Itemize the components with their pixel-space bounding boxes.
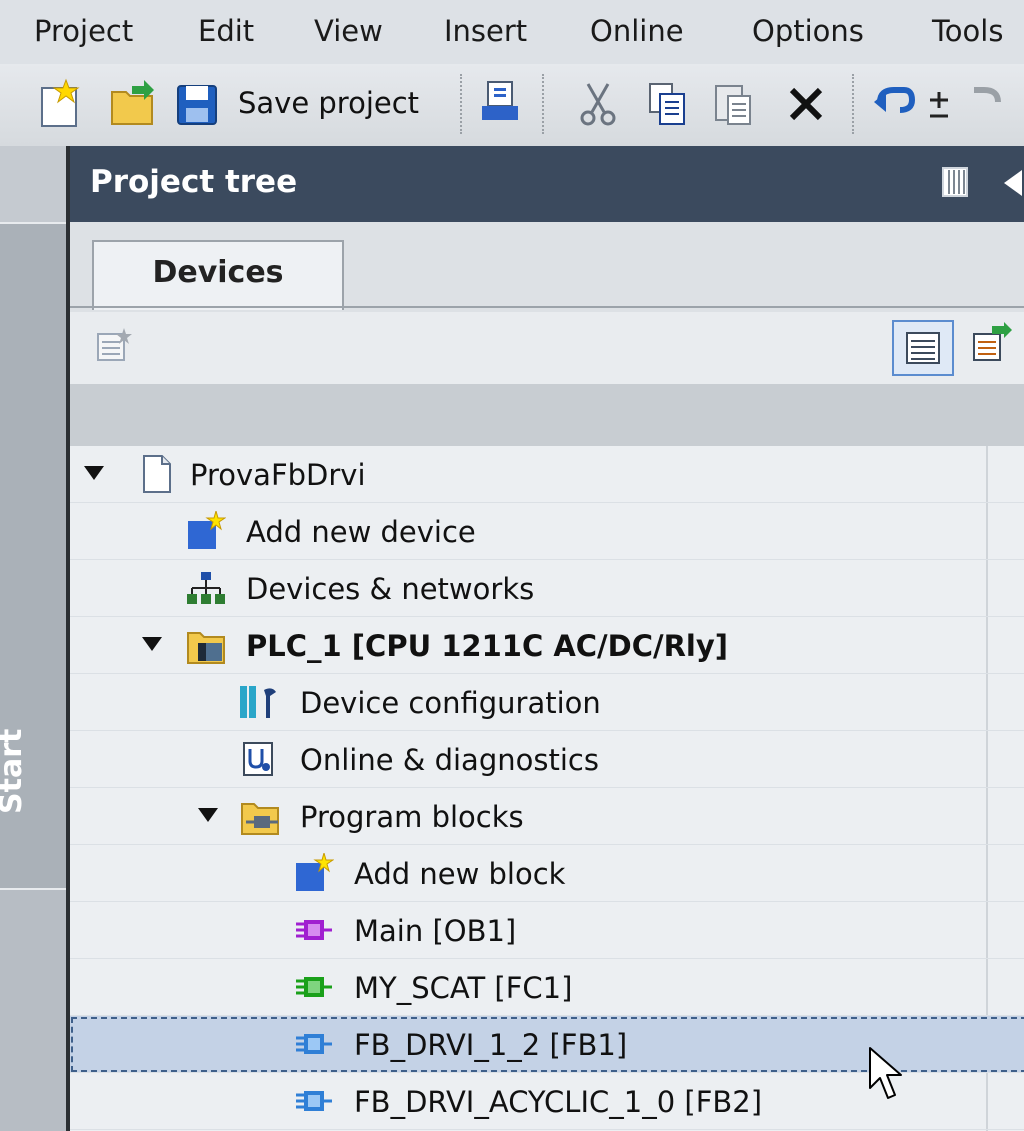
paste-icon[interactable]	[710, 78, 758, 130]
menu-tools[interactable]: Tools	[932, 14, 1003, 48]
column-header-bar	[70, 384, 1024, 446]
tree-row-add-block[interactable]: Add new block	[70, 845, 1024, 902]
delete-icon[interactable]	[782, 78, 830, 130]
save-icon[interactable]	[174, 78, 222, 130]
program-blocks-folder-icon	[241, 803, 279, 835]
save-project-button[interactable]: Save project	[238, 86, 419, 120]
toolbar-separator	[852, 74, 854, 134]
tree-row-online-diagnostics[interactable]: Online & diagnostics	[70, 731, 1024, 788]
menu-view[interactable]: View	[314, 14, 383, 48]
panel-title: Project tree	[90, 164, 298, 200]
tabs-area: Devices	[70, 222, 1024, 312]
undo-icon[interactable]	[872, 78, 920, 130]
tree-row-program-blocks[interactable]: Program blocks	[70, 788, 1024, 845]
tree-row-my-scat-fc1[interactable]: MY_SCAT [FC1]	[70, 959, 1024, 1016]
add-new-device-label: Add new device	[246, 515, 476, 549]
menu-online[interactable]: Online	[590, 14, 684, 48]
overview-export-icon[interactable]	[972, 322, 1012, 362]
menu-options[interactable]: Options	[752, 14, 864, 48]
tree-row-devices-networks[interactable]: Devices & networks	[70, 560, 1024, 617]
print-icon[interactable]	[478, 78, 526, 130]
copy-icon[interactable]	[644, 78, 692, 130]
plc-label: PLC_1 [CPU 1211C AC/DC/Rly]	[246, 629, 729, 663]
tree-row-device-configuration[interactable]: Device configuration	[70, 674, 1024, 731]
start-sidebar[interactable]: Start	[0, 146, 66, 1131]
tree-row-main-ob1[interactable]: Main [OB1]	[70, 902, 1024, 959]
main-toolbar: Save project	[0, 64, 1024, 148]
detail-view-toggle-button[interactable]	[892, 320, 954, 376]
tree-row-plc[interactable]: PLC_1 [CPU 1211C AC/DC/Rly]	[70, 617, 1024, 674]
online-diagnostics-icon	[243, 742, 273, 776]
expand-arrow-icon[interactable]	[142, 635, 162, 653]
add-new-block-icon	[296, 853, 334, 891]
undo-list-icon[interactable]	[926, 78, 952, 130]
menu-bar: Project Edit View Insert Online Options …	[0, 0, 1024, 64]
expand-arrow-icon[interactable]	[84, 464, 104, 482]
mouse-cursor-icon	[869, 1047, 902, 1099]
open-project-icon[interactable]	[108, 78, 156, 130]
menu-project[interactable]: Project	[34, 14, 133, 48]
fb-drvi-acyclic-fb2-label: FB_DRVI_ACYCLIC_1_0 [FB2]	[354, 1085, 763, 1119]
tree-row-project[interactable]: ProvaFbDrvi	[70, 446, 1024, 503]
menu-edit[interactable]: Edit	[198, 14, 254, 48]
collapse-arrow-icon[interactable]	[998, 168, 1024, 198]
online-diagnostics-label: Online & diagnostics	[300, 743, 599, 777]
redo-icon[interactable]	[958, 78, 1006, 130]
tab-devices[interactable]: Devices	[92, 240, 344, 310]
cut-icon[interactable]	[574, 78, 622, 130]
program-blocks-label: Program blocks	[300, 800, 524, 834]
toolbar-separator	[542, 74, 544, 134]
network-icon	[187, 572, 225, 604]
panel-toolbar	[70, 312, 1024, 384]
table-view-icon	[906, 332, 940, 364]
fb-drvi-fb1-label: FB_DRVI_1_2 [FB1]	[354, 1028, 628, 1062]
device-configuration-label: Device configuration	[300, 686, 601, 720]
start-label[interactable]: Start	[0, 729, 72, 814]
main-ob1-label: Main [OB1]	[354, 914, 517, 948]
project-file-icon	[143, 455, 171, 493]
plc-folder-icon	[187, 632, 225, 664]
device-configuration-icon	[240, 686, 276, 718]
project-tree-panel: Project tree Devices ProvaFbDrvi Add new…	[66, 146, 1024, 1131]
devices-networks-label: Devices & networks	[246, 572, 535, 606]
project-name: ProvaFbDrvi	[190, 458, 366, 492]
add-new-device-icon	[188, 511, 226, 549]
toolbar-separator	[460, 74, 462, 134]
new-project-icon[interactable]	[36, 78, 84, 130]
panel-header: Project tree	[70, 146, 1024, 222]
ob-block-icon	[296, 920, 332, 940]
menu-insert[interactable]: Insert	[444, 14, 527, 48]
columns-icon[interactable]	[942, 166, 968, 198]
expand-arrow-icon[interactable]	[198, 806, 218, 824]
fb-block-icon	[296, 1091, 332, 1111]
fc-block-icon	[296, 977, 332, 997]
fb-block-icon	[296, 1034, 332, 1054]
my-scat-fc1-label: MY_SCAT [FC1]	[354, 971, 573, 1005]
tree-row-add-device[interactable]: Add new device	[70, 503, 1024, 560]
add-new-group-icon[interactable]	[94, 326, 132, 364]
add-new-block-label: Add new block	[354, 857, 566, 891]
